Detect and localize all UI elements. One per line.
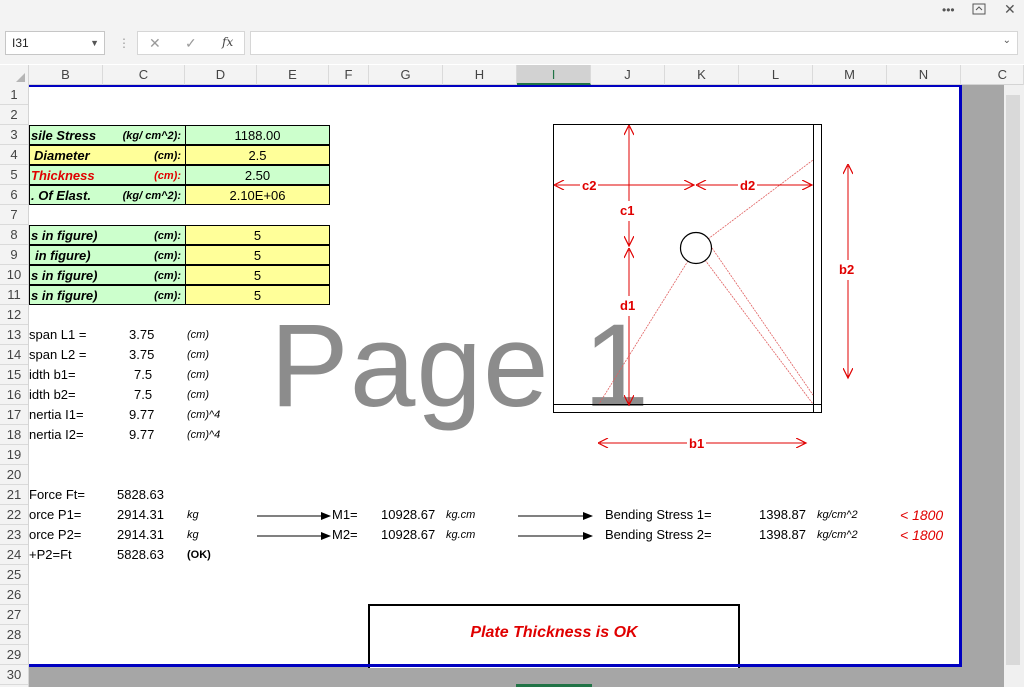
diagram-layer — [257, 124, 1024, 540]
yield-line — [711, 247, 814, 396]
label-b2: b2 — [837, 260, 857, 280]
result-message: Plate Thickness is OK — [470, 624, 638, 641]
yield-line — [598, 247, 697, 405]
label-d1: d1 — [618, 296, 638, 316]
yield-line — [695, 247, 814, 405]
label-b1: b1 — [687, 434, 707, 454]
plate-outline — [553, 124, 822, 413]
label-c1: c1 — [618, 201, 637, 221]
label-d2: d2 — [738, 176, 758, 196]
bolt-hole — [679, 231, 713, 265]
yield-line — [695, 159, 814, 249]
label-c2: c2 — [580, 176, 599, 196]
